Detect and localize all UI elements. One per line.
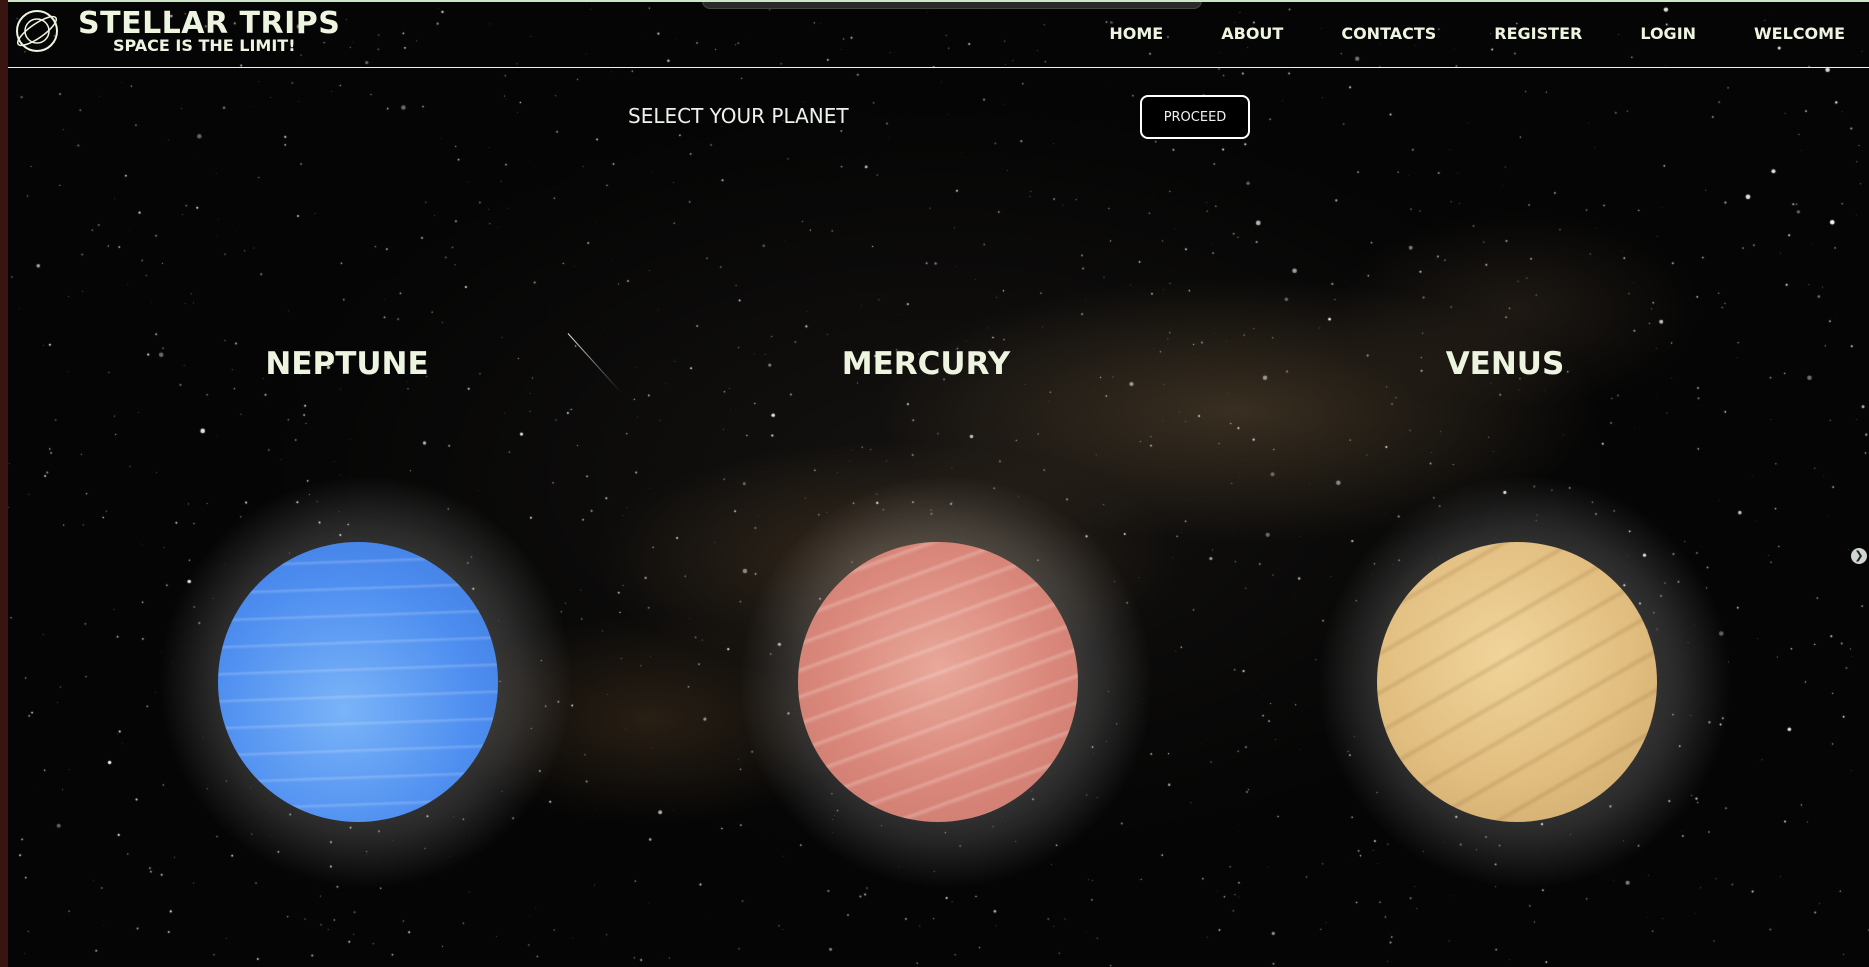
planet-title-neptune: NEPTUNE	[265, 346, 429, 382]
nav-menu: HOME ABOUT CONTACTS REGISTER LOGIN WELCO…	[1051, 24, 1845, 43]
planet-title-mercury: MERCURY	[841, 346, 1011, 382]
nav-login-link[interactable]: LOGIN	[1640, 24, 1696, 43]
planet-mercury[interactable]	[798, 542, 1078, 822]
select-planet-label: SELECT YOUR PLANET	[628, 104, 849, 128]
nav-contacts-link[interactable]: CONTACTS	[1341, 24, 1436, 43]
planet-ring-icon[interactable]	[12, 6, 62, 56]
proceed-button[interactable]: PROCEED	[1140, 95, 1250, 139]
page: STELLAR TRIPS SPACE IS THE LIMIT! HOME A…	[8, 0, 1869, 967]
nav-home-link[interactable]: HOME	[1109, 24, 1163, 43]
nav-register-link[interactable]: REGISTER	[1494, 24, 1582, 43]
window-edge	[0, 0, 8, 967]
planet-venus[interactable]	[1377, 542, 1657, 822]
navbar: STELLAR TRIPS SPACE IS THE LIMIT! HOME A…	[8, 0, 1869, 68]
nav-welcome-link[interactable]: WELCOME	[1754, 24, 1845, 43]
brand-tagline: SPACE IS THE LIMIT!	[113, 36, 296, 55]
planet-title-venus: VENUS	[1445, 346, 1565, 382]
nav-about-link[interactable]: ABOUT	[1221, 24, 1283, 43]
chevron-right-icon[interactable]: ❯	[1851, 548, 1867, 564]
planet-neptune[interactable]	[218, 542, 498, 822]
